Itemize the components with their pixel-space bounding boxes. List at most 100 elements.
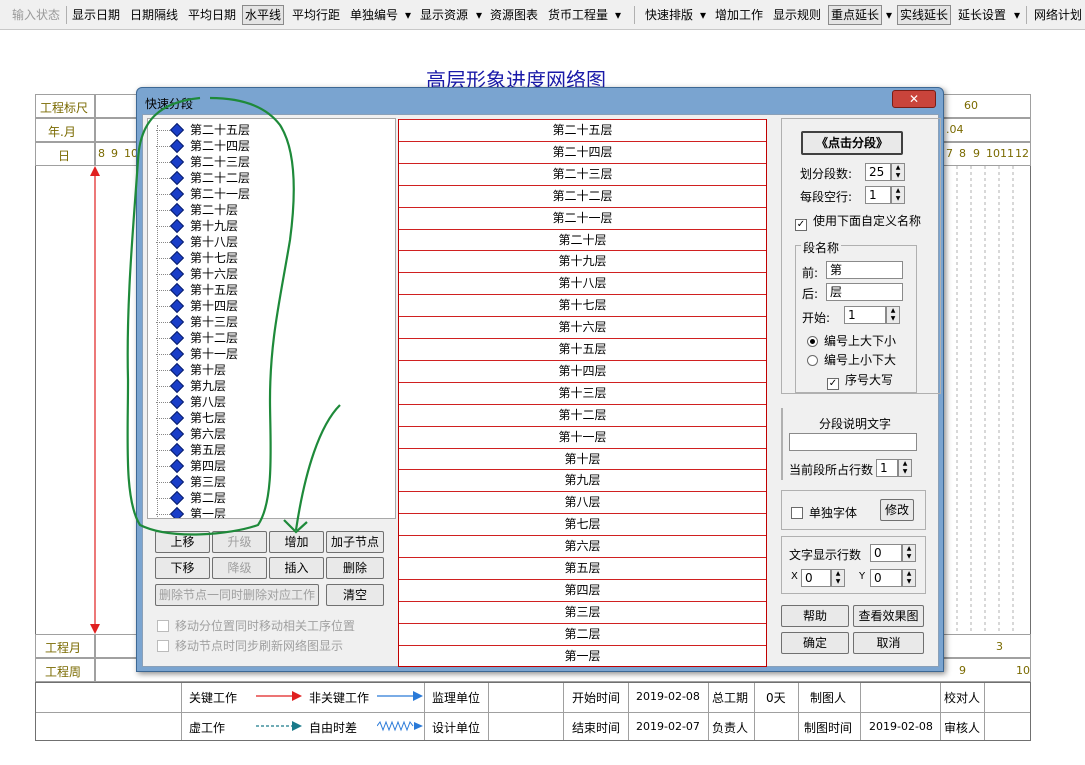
blank-rows-input[interactable]: 1: [865, 186, 891, 204]
chevron-down-icon[interactable]: ▾: [403, 5, 413, 25]
tree-item[interactable]: 第二十三层: [156, 154, 250, 170]
y-spinner[interactable]: ▲ ▼: [902, 569, 916, 587]
tree-item[interactable]: 第十七层: [156, 250, 238, 266]
preview-row[interactable]: 第十层: [399, 447, 766, 470]
preview-row[interactable]: 第十一层: [399, 425, 766, 448]
toolbar-key-extend[interactable]: 重点延长: [828, 5, 883, 25]
help-button[interactable]: 帮助: [781, 605, 849, 627]
tree-item[interactable]: 第十九层: [156, 218, 238, 234]
delete-node-with-work-button[interactable]: 删除节点一同时删除对应工作: [155, 584, 319, 606]
tree-item[interactable]: 第五层: [156, 442, 226, 458]
preview-row[interactable]: 第二层: [399, 622, 766, 645]
rows-input[interactable]: 1: [876, 459, 898, 477]
tree-item[interactable]: 第四层: [156, 458, 226, 474]
tree-item[interactable]: 第六层: [156, 426, 226, 442]
text-rows-spinner[interactable]: ▲ ▼: [902, 544, 916, 562]
preview-row[interactable]: 第七层: [399, 513, 766, 535]
checkbox-box[interactable]: ✓: [827, 378, 839, 390]
tree-item[interactable]: 第二十四层: [156, 138, 250, 154]
chevron-down-icon[interactable]: ▾: [613, 5, 623, 25]
promote-button[interactable]: 升级: [212, 531, 267, 553]
preview-row[interactable]: 第二十层: [399, 228, 766, 251]
tree-item[interactable]: 第二十一层: [156, 186, 250, 202]
checkbox-box[interactable]: [157, 620, 169, 632]
prefix-input[interactable]: 第: [826, 261, 903, 279]
tree-item[interactable]: 第十四层: [156, 298, 238, 314]
preview-row[interactable]: 第八层: [399, 491, 766, 513]
seg-count-input[interactable]: 25: [865, 163, 891, 181]
toolbar-date-gridline[interactable]: 日期隔线: [128, 5, 180, 25]
uppercase-checkbox[interactable]: ✓ 序号大写: [827, 371, 893, 390]
tree-item[interactable]: 第八层: [156, 394, 226, 410]
preview-row[interactable]: 第六层: [399, 535, 766, 557]
preview-row[interactable]: 第十二层: [399, 403, 766, 426]
toolbar-network-plan[interactable]: 网络计划: [1032, 5, 1084, 25]
preview-row[interactable]: 第五层: [399, 557, 766, 579]
move-seg-sync-checkbox[interactable]: 移动分位置同时移动相关工序位置: [157, 617, 355, 634]
desc-input[interactable]: [789, 433, 917, 451]
preview-row[interactable]: 第十八层: [399, 272, 766, 294]
radio-dot[interactable]: [807, 355, 818, 366]
toolbar-horizontal-line[interactable]: 水平线: [242, 5, 285, 25]
radio-dot[interactable]: [807, 336, 818, 347]
preview-button[interactable]: 查看效果图: [853, 605, 924, 627]
use-custom-name-checkbox[interactable]: ✓ 使用下面自定义名称: [795, 212, 921, 231]
preview-row[interactable]: 第二十五层: [399, 119, 766, 141]
rows-spinner[interactable]: ▲ ▼: [898, 459, 912, 477]
x-spinner[interactable]: ▲ ▼: [831, 569, 845, 587]
move-down-button[interactable]: 下移: [155, 557, 210, 579]
toolbar-solid-extend[interactable]: 实线延长: [897, 5, 952, 25]
toolbar-currency-quantity[interactable]: 货币工程量: [546, 5, 610, 25]
y-input[interactable]: 0: [870, 569, 902, 587]
tree-item[interactable]: 第七层: [156, 410, 226, 426]
toolbar-single-number[interactable]: 单独编号: [348, 5, 400, 25]
add-button[interactable]: 增加: [269, 531, 324, 553]
chevron-down-icon[interactable]: ▾: [884, 5, 894, 25]
tree-item[interactable]: 第十层: [156, 362, 226, 378]
tree-item[interactable]: 第十三层: [156, 314, 238, 330]
tree-item[interactable]: 第九层: [156, 378, 226, 394]
preview-row[interactable]: 第四层: [399, 578, 766, 601]
toolbar-input-status[interactable]: 输入状态: [10, 5, 62, 25]
order-small-top-radio[interactable]: 编号上小下大: [807, 351, 896, 368]
suffix-input[interactable]: 层: [826, 283, 903, 301]
tree-item[interactable]: 第十一层: [156, 346, 238, 362]
preview-row[interactable]: 第一层: [399, 644, 766, 667]
checkbox-box[interactable]: [157, 640, 169, 652]
toolbar-show-rules[interactable]: 显示规则: [771, 5, 823, 25]
tree-item[interactable]: 第二十二层: [156, 170, 250, 186]
ok-button[interactable]: 确定: [781, 632, 849, 654]
demote-button[interactable]: 降级: [212, 557, 267, 579]
order-big-top-radio[interactable]: 编号上大下小: [807, 332, 896, 349]
close-icon[interactable]: ✕: [892, 90, 936, 108]
x-input[interactable]: 0: [801, 569, 831, 587]
single-font-checkbox[interactable]: 单独字体: [791, 504, 857, 521]
preview-row[interactable]: 第三层: [399, 600, 766, 623]
chevron-down-icon[interactable]: ▾: [474, 5, 484, 25]
toolbar-resource-chart[interactable]: 资源图表: [488, 5, 540, 25]
tree-item[interactable]: 第十六层: [156, 266, 238, 282]
cancel-button[interactable]: 取消: [853, 632, 924, 654]
toolbar-average-row-spacing[interactable]: 平均行距: [290, 5, 342, 25]
move-up-button[interactable]: 上移: [155, 531, 210, 553]
toolbar-average-date[interactable]: 平均日期: [186, 5, 238, 25]
chevron-down-icon[interactable]: ▾: [698, 5, 708, 25]
toolbar-quick-layout[interactable]: 快速排版: [643, 5, 695, 25]
text-rows-input[interactable]: 0: [870, 544, 902, 562]
tree-item[interactable]: 第十八层: [156, 234, 238, 250]
seg-count-spinner[interactable]: ▲ ▼: [891, 163, 905, 181]
segment-tree[interactable]: 第二十五层 第二十四层 第二十三层 第二十二层 第二十一层 第二十层 第十九层 第十八层 第十七…: [147, 118, 396, 519]
tree-item[interactable]: 第十二层: [156, 330, 238, 346]
preview-row[interactable]: 第二十一层: [399, 206, 766, 229]
toolbar-extend-settings[interactable]: 延长设置: [956, 5, 1008, 25]
preview-row[interactable]: 第十九层: [399, 250, 766, 272]
toolbar-show-date[interactable]: 显示日期: [70, 5, 122, 25]
checkbox-box[interactable]: [791, 507, 803, 519]
checkbox-box[interactable]: ✓: [795, 219, 807, 231]
preview-row[interactable]: 第九层: [399, 469, 766, 491]
toolbar-show-resource[interactable]: 显示资源: [418, 5, 470, 25]
chevron-down-icon[interactable]: ▾: [1012, 5, 1022, 25]
preview-row[interactable]: 第十六层: [399, 316, 766, 338]
tree-item[interactable]: 第二十五层: [156, 122, 250, 138]
delete-button[interactable]: 删除: [326, 557, 384, 579]
